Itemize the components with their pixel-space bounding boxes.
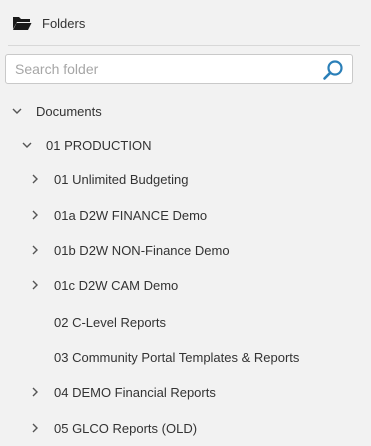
tree-node-01b-d2w-non-finance-demo[interactable]: 01b D2W NON-Finance Demo: [28, 232, 230, 268]
tree-node-label: Documents: [36, 103, 102, 119]
chevron-right-icon[interactable]: [28, 385, 42, 399]
tree-node-label: 01a D2W FINANCE Demo: [54, 207, 208, 223]
folders-title: Folders: [42, 15, 86, 31]
tree-node-label: 01 Unlimited Budgeting: [54, 171, 189, 187]
folder-open-icon: [12, 15, 32, 31]
tree-node-label: 05 GLCO Reports (OLD): [54, 420, 198, 436]
tree-node-05-glco-reports-old[interactable]: 05 GLCO Reports (OLD): [28, 410, 197, 446]
tree-node-01c-d2w-cam-demo[interactable]: 01c D2W CAM Demo: [28, 267, 178, 303]
tree-node-01a-d2w-finance-demo[interactable]: 01a D2W FINANCE Demo: [28, 197, 207, 233]
header-divider: [8, 45, 360, 46]
folders-header: Folders: [12, 10, 85, 36]
tree-node-label: 01 PRODUCTION: [46, 137, 152, 153]
tree-node-label: 03 Community Portal Templates & Reports: [54, 349, 300, 365]
search-input[interactable]: [6, 55, 334, 83]
tree-node-label: 01b D2W NON-Finance Demo: [54, 242, 230, 258]
chevron-down-icon[interactable]: [20, 138, 34, 152]
tree-node-label: 04 DEMO Financial Reports: [54, 384, 216, 400]
tree-node-04-demo-financial-reports[interactable]: 04 DEMO Financial Reports: [28, 374, 216, 410]
tree-node-02-c-level-reports[interactable]: 02 C-Level Reports: [28, 304, 166, 340]
tree-node-label: 02 C-Level Reports: [54, 314, 166, 330]
search-icon[interactable]: [322, 59, 344, 81]
chevron-down-icon[interactable]: [10, 104, 24, 118]
chevron-right-icon[interactable]: [28, 421, 42, 435]
folder-panel: Folders Documents 01 PRODUCTION: [0, 0, 371, 445]
chevron-right-icon[interactable]: [28, 208, 42, 222]
tree-node-03-community-portal[interactable]: 03 Community Portal Templates & Reports: [28, 339, 299, 375]
tree-node-documents[interactable]: Documents: [10, 93, 102, 129]
tree-node-01-unlimited-budgeting[interactable]: 01 Unlimited Budgeting: [28, 161, 188, 197]
search-box: [5, 54, 353, 84]
chevron-right-icon[interactable]: [28, 278, 42, 292]
chevron-right-icon[interactable]: [28, 243, 42, 257]
tree-node-01-production[interactable]: 01 PRODUCTION: [20, 127, 151, 163]
chevron-right-icon[interactable]: [28, 172, 42, 186]
tree-node-label: 01c D2W CAM Demo: [54, 277, 179, 293]
